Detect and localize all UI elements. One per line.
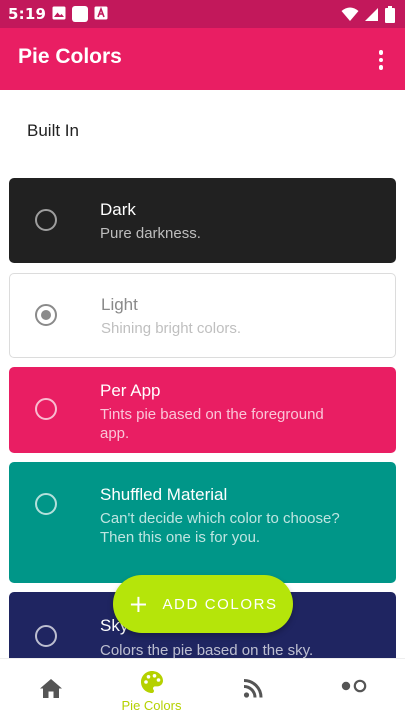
add-colors-label: ADD COLORS <box>162 595 278 613</box>
radio-button-selected[interactable] <box>35 304 57 326</box>
theme-card-light[interactable]: Light Shining bright colors. <box>9 273 396 358</box>
text-icon <box>94 6 108 20</box>
palette-icon <box>140 671 163 693</box>
theme-title: Shuffled Material <box>100 485 228 504</box>
app-bar: Pie Colors <box>0 28 405 90</box>
theme-subtitle: Colors the pie based on the sky. <box>100 642 314 658</box>
theme-card-dark[interactable]: Dark Pure darkness. <box>9 178 396 263</box>
page-title: Pie Colors <box>18 45 122 68</box>
wifi-icon <box>341 7 359 21</box>
theme-title: Dark <box>100 200 136 219</box>
more-options-icon <box>341 679 366 693</box>
home-icon <box>39 679 62 698</box>
bottom-navigation: Pie Colors <box>0 658 405 721</box>
section-header: Built In <box>27 121 79 140</box>
nav-label-pie-colors: Pie Colors <box>121 698 182 713</box>
overflow-menu-icon-dot <box>378 57 384 63</box>
theme-title: Light <box>101 295 138 314</box>
square-icon <box>72 6 88 22</box>
battery-icon <box>385 6 395 23</box>
overflow-menu-icon <box>378 50 384 55</box>
radio-button[interactable] <box>35 398 57 420</box>
status-bar: 5:19 <box>0 0 405 28</box>
plus-icon: + <box>128 590 149 618</box>
overflow-menu-button[interactable] <box>369 46 393 74</box>
theme-subtitle: Shining bright colors. <box>101 320 242 337</box>
theme-subtitle: Pure darkness. <box>100 225 201 242</box>
status-notification-icons <box>52 6 108 22</box>
theme-subtitle: Tints pie based on the foreground app. <box>100 406 324 442</box>
cellular-icon <box>365 8 378 21</box>
theme-title: Per App <box>100 381 161 400</box>
status-time: 5:19 <box>8 5 47 23</box>
image-icon <box>52 6 66 20</box>
theme-list[interactable]: Built In Dark Pure darkness. Light Shini… <box>0 90 405 658</box>
radio-button[interactable] <box>35 209 57 231</box>
rss-feed-icon <box>243 679 262 698</box>
theme-subtitle: Can't decide which color to choose? Then… <box>100 510 340 546</box>
nav-item-more[interactable] <box>303 659 404 721</box>
theme-card-shuffled-material[interactable]: Shuffled Material Can't decide which col… <box>9 462 396 583</box>
status-system-icons <box>341 6 395 23</box>
nav-item-home[interactable] <box>0 659 101 721</box>
add-colors-button[interactable]: + ADD COLORS <box>113 575 293 633</box>
radio-button[interactable] <box>35 625 57 647</box>
radio-button[interactable] <box>35 493 57 515</box>
theme-card-per-app[interactable]: Per App Tints pie based on the foregroun… <box>9 367 396 453</box>
overflow-menu-icon-dot <box>378 65 384 70</box>
nav-item-pie-colors[interactable]: Pie Colors <box>101 659 202 721</box>
nav-item-feed[interactable] <box>202 659 303 721</box>
